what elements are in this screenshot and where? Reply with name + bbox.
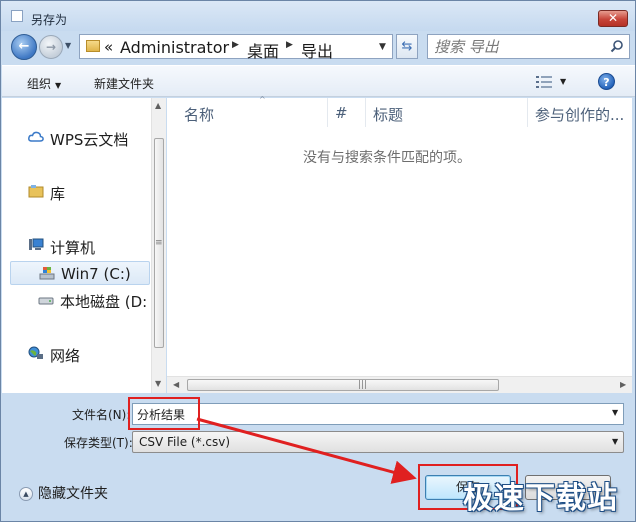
search-input[interactable] xyxy=(434,37,604,56)
organize-label: 组织 xyxy=(27,77,52,91)
breadcrumb-desktop[interactable]: 桌面 xyxy=(247,38,279,62)
filetype-select[interactable]: CSV File (*.csv) ▼ xyxy=(132,431,624,453)
search-box[interactable] xyxy=(427,34,630,59)
scrollbar-grip-icon: ||| xyxy=(358,380,368,390)
hide-folders-toggle[interactable]: ▲ 隐藏文件夹 xyxy=(19,483,108,503)
search-icon[interactable] xyxy=(610,39,624,53)
chevron-right-icon[interactable]: ▶ xyxy=(286,40,293,50)
chevron-right-icon[interactable]: ▶ xyxy=(232,40,239,50)
scrollbar-thumb[interactable]: ||| xyxy=(187,379,499,391)
scroll-right-arrow-icon[interactable]: ▶ xyxy=(620,380,626,389)
address-overflow[interactable]: « xyxy=(104,38,113,56)
scroll-down-arrow-icon[interactable]: ▼ xyxy=(155,379,161,388)
view-options-icon[interactable] xyxy=(536,76,552,88)
recent-locations-dropdown-icon[interactable]: ▼ xyxy=(65,41,71,50)
breadcrumb-administrator[interactable]: Administrator xyxy=(120,38,229,57)
column-header-title[interactable]: 标题 xyxy=(366,98,528,127)
chevron-down-icon: ▼ xyxy=(55,81,62,90)
close-button[interactable]: ✕ xyxy=(598,10,628,27)
sidebar-item-label: 库 xyxy=(50,185,66,203)
column-header-number[interactable]: # xyxy=(328,98,366,127)
refresh-icon: ⇆ xyxy=(401,39,413,54)
navigation-scrollbar[interactable]: ▲ ≡ ▼ xyxy=(151,98,166,393)
horizontal-scrollbar[interactable]: ◀ ||| ▶ xyxy=(167,376,632,393)
chevron-down-icon: ▼ xyxy=(612,437,619,446)
filetype-label: 保存类型(T): xyxy=(64,436,133,450)
address-dropdown-icon[interactable]: ▼ xyxy=(379,42,386,52)
address-bar[interactable]: « Administrator ▶ 桌面 ▶ 导出 ▼ xyxy=(79,34,393,62)
sidebar-item-drive-d[interactable]: 本地磁盘 (D: xyxy=(10,288,151,312)
column-header-name[interactable]: 名称 ^ xyxy=(177,95,328,127)
sidebar-item-label: Win7 (C:) xyxy=(61,265,131,283)
sidebar-item-network[interactable]: 网络 xyxy=(24,342,148,366)
sidebar-item-label: WPS云文档 xyxy=(50,131,129,149)
file-list-pane: 名称 ^ # 标题 参与创作的... 没有与搜索条件匹配的项。 ◀ ||| ▶ xyxy=(167,95,632,393)
filename-highlight-box xyxy=(128,397,200,430)
column-header-contributors[interactable]: 参与创作的... xyxy=(528,98,632,127)
column-header-label: 参与创作的... xyxy=(535,106,625,124)
chevron-down-icon[interactable]: ▼ xyxy=(612,408,618,417)
collapse-up-icon: ▲ xyxy=(19,487,33,501)
sidebar-item-computer[interactable]: 计算机 xyxy=(24,234,148,258)
hide-folders-label: 隐藏文件夹 xyxy=(38,486,108,502)
title-bar[interactable]: 另存为 ✕ xyxy=(1,1,635,31)
empty-results-message: 没有与搜索条件匹配的项。 xyxy=(303,150,471,166)
new-folder-button[interactable]: 新建文件夹 xyxy=(94,75,154,92)
watermark-logo: 极速下载站 xyxy=(463,481,618,516)
cloud-icon xyxy=(28,131,44,142)
column-header-label: 名称 xyxy=(184,106,215,124)
sidebar-item-label: 本地磁盘 (D: xyxy=(60,293,148,311)
scroll-left-arrow-icon[interactable]: ◀ xyxy=(173,380,179,389)
back-arrow-icon[interactable]: ← xyxy=(11,34,37,60)
drive-icon xyxy=(38,297,54,305)
navigation-pane: WPS云文档 库 计算机 Win7 (C:) 本地磁盘 (D: 网络 ▲ ≡ ▼ xyxy=(2,98,166,393)
sidebar-item-label: 网络 xyxy=(50,347,81,365)
forward-arrow-icon[interactable]: → xyxy=(39,35,63,59)
breadcrumb-export[interactable]: 导出 xyxy=(301,38,333,62)
column-header-label: 标题 xyxy=(373,106,404,124)
scrollbar-grip-icon: ≡ xyxy=(155,238,162,248)
library-icon xyxy=(28,185,44,198)
filename-label: 文件名(N): xyxy=(72,408,131,422)
folder-icon xyxy=(86,40,100,52)
dialog-title: 另存为 xyxy=(31,13,68,27)
command-bar: 组织 ▼ 新建文件夹 ▼ ? xyxy=(2,65,635,97)
chevron-down-icon[interactable]: ▼ xyxy=(560,77,566,86)
refresh-button[interactable]: ⇆ xyxy=(396,34,418,59)
save-fields: 文件名(N): ▼ 保存类型(T): CSV File (*.csv) ▼ xyxy=(2,394,635,454)
filetype-value: CSV File (*.csv) xyxy=(139,435,231,449)
sidebar-item-drive-c[interactable]: Win7 (C:) xyxy=(10,261,150,285)
organize-button[interactable]: 组织 ▼ xyxy=(27,75,61,92)
scroll-up-arrow-icon[interactable]: ▲ xyxy=(155,101,161,110)
system-drive-icon xyxy=(39,267,55,280)
column-header-label: # xyxy=(335,104,348,122)
dialog-icon xyxy=(11,10,23,22)
help-icon[interactable]: ? xyxy=(598,73,615,90)
computer-icon xyxy=(29,238,44,250)
sidebar-item-wps-cloud[interactable]: WPS云文档 xyxy=(24,126,148,150)
network-icon xyxy=(28,346,43,359)
filename-input[interactable] xyxy=(137,406,597,422)
sort-ascending-icon: ^ xyxy=(259,95,266,104)
save-as-dialog: 另存为 ✕ ← → ▼ « Administrator ▶ 桌面 ▶ 导出 ▼ … xyxy=(0,0,636,522)
sidebar-item-libraries[interactable]: 库 xyxy=(24,180,148,204)
filename-combobox[interactable]: ▼ xyxy=(132,403,624,425)
sidebar-item-label: 计算机 xyxy=(50,239,96,257)
